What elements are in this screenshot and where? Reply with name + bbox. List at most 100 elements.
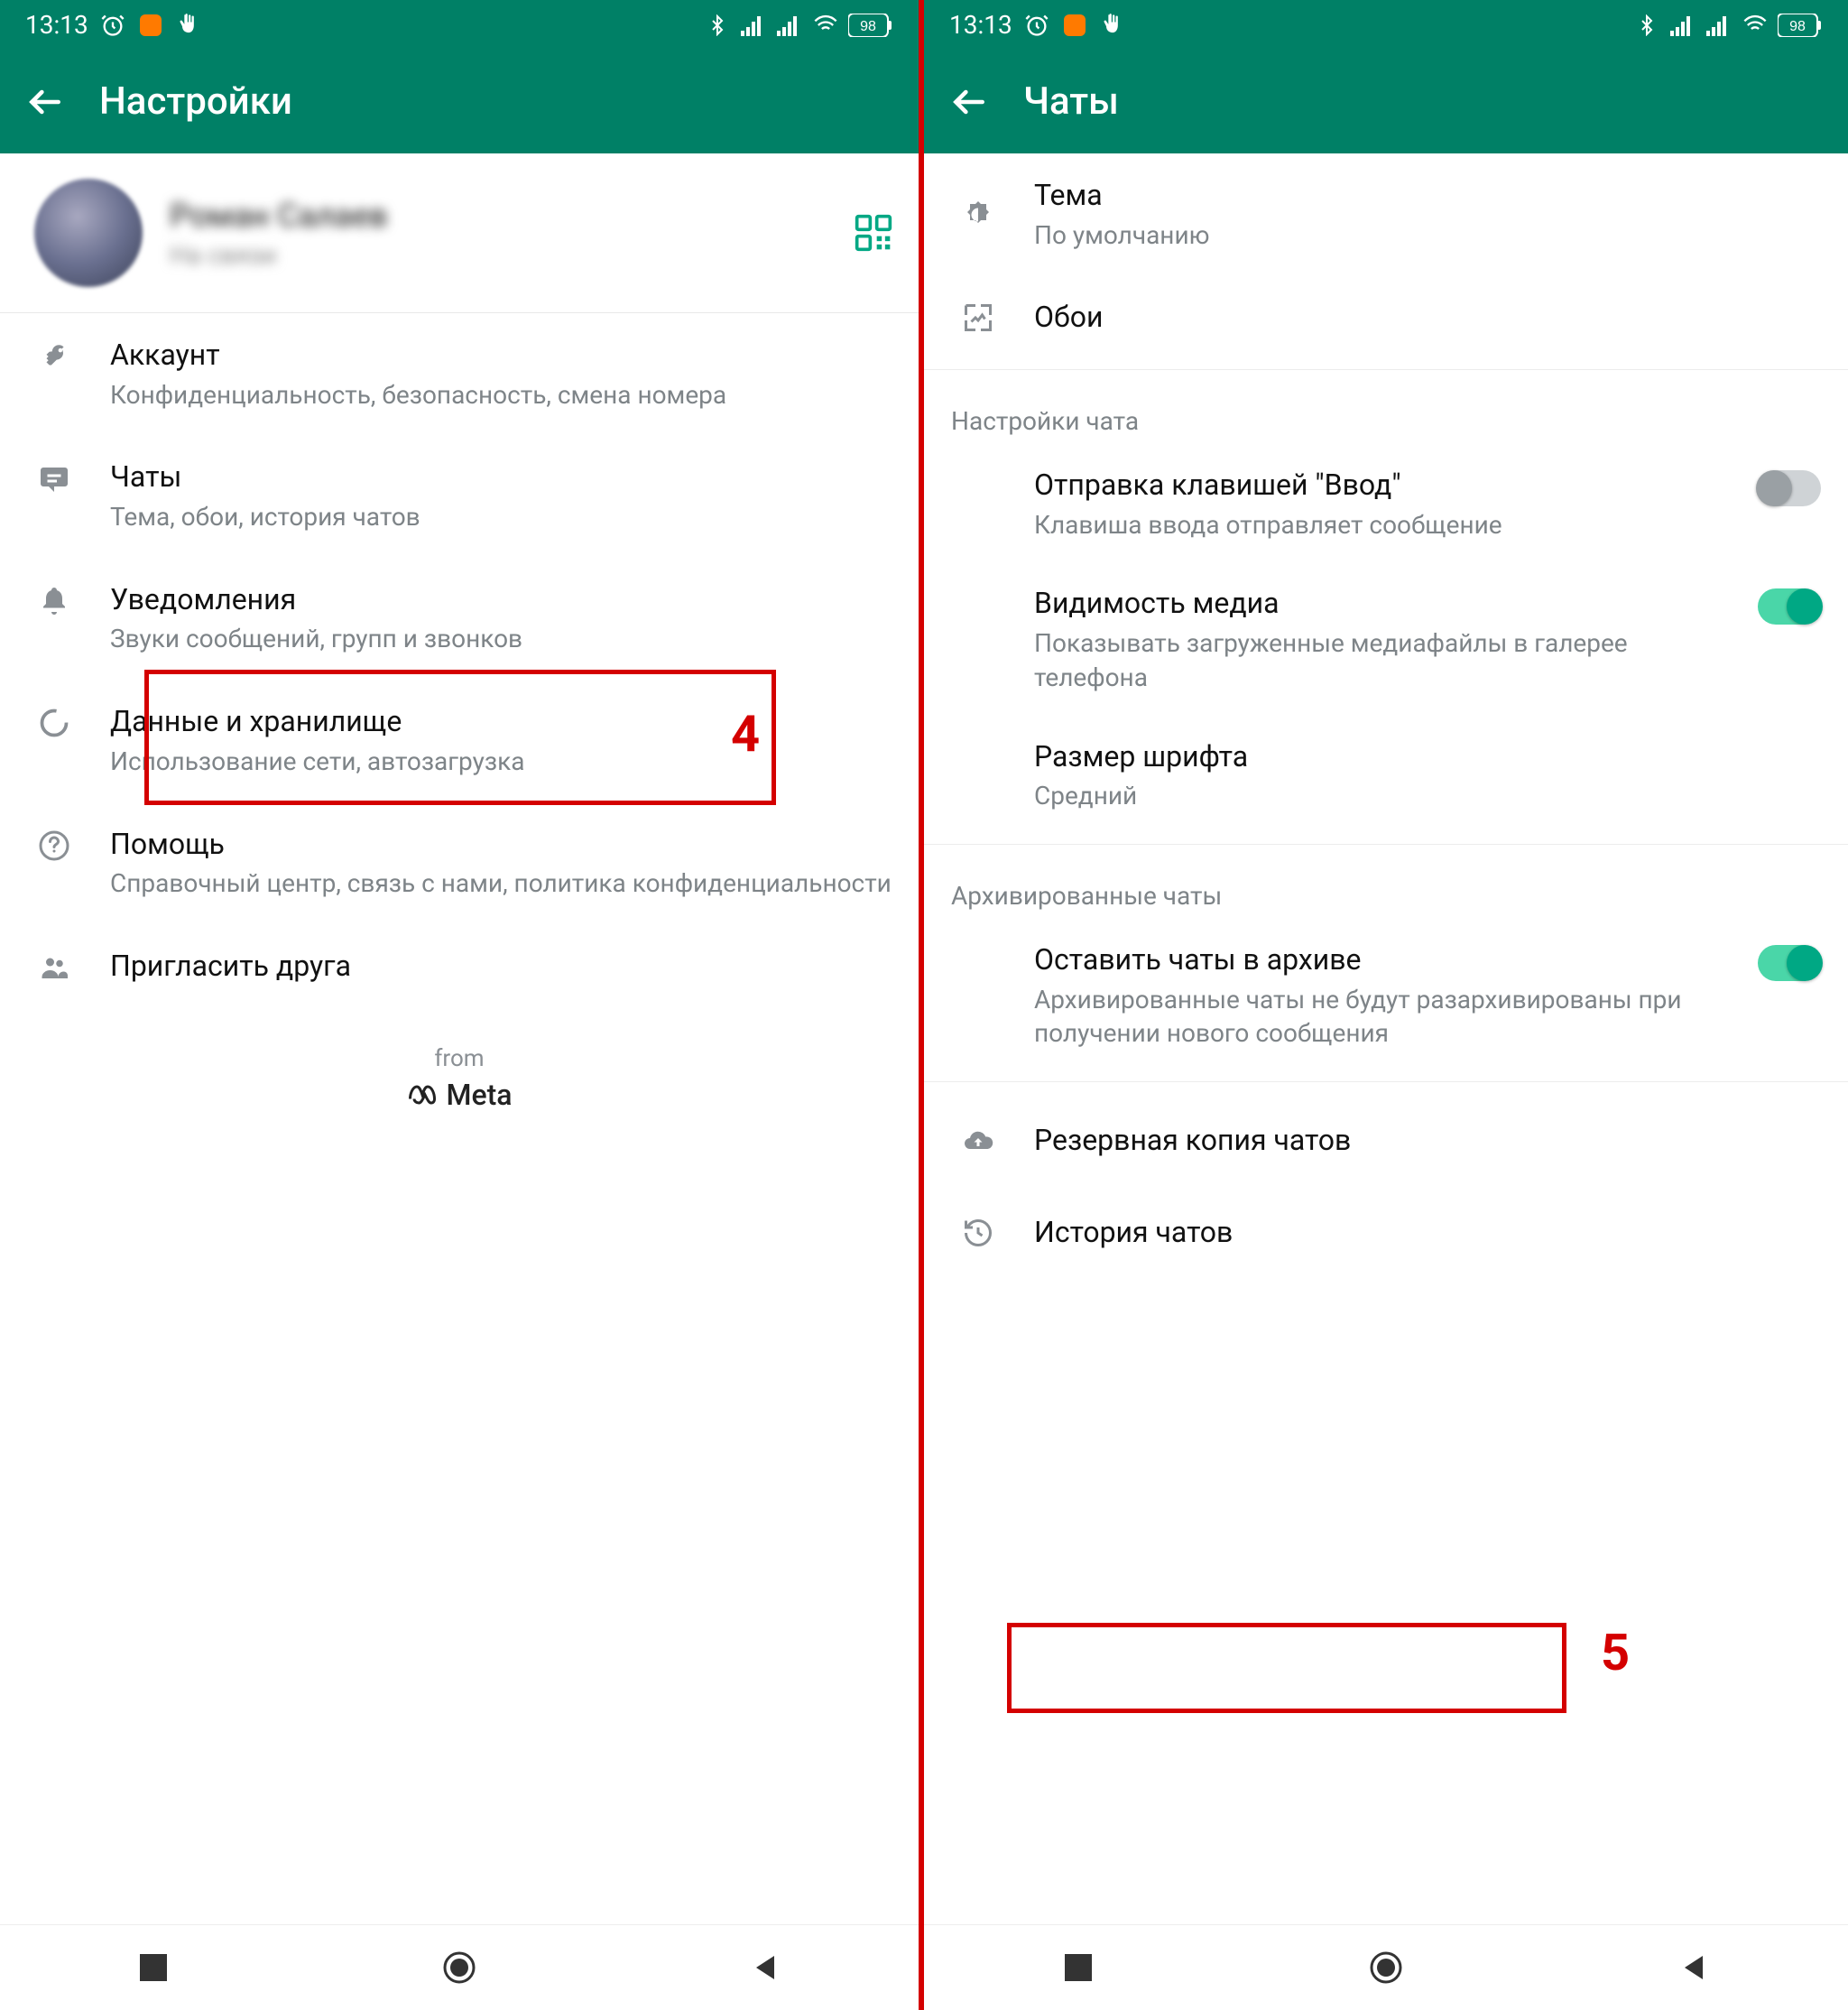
chats-item-history[interactable]: История чатов bbox=[924, 1190, 1848, 1275]
nav-home[interactable] bbox=[1366, 1948, 1406, 1987]
divider bbox=[924, 1081, 1848, 1082]
battery-icon: 98 bbox=[1778, 14, 1823, 37]
nav-back[interactable] bbox=[745, 1948, 785, 1987]
toggle-title: Отправка клавишей "Ввод" bbox=[1034, 467, 1740, 505]
section-chat-settings: Настройки чата bbox=[924, 379, 1848, 445]
alarm-icon bbox=[99, 12, 126, 39]
divider bbox=[924, 369, 1848, 370]
nav-home[interactable] bbox=[439, 1948, 479, 1987]
profile-row[interactable]: Роман Салаев На связи bbox=[0, 153, 919, 313]
item-sub: По умолчанию bbox=[1034, 218, 1821, 253]
brightness-icon bbox=[958, 199, 998, 231]
nav-recent[interactable] bbox=[134, 1948, 173, 1987]
item-title: Уведомления bbox=[110, 581, 892, 619]
bell-icon bbox=[34, 585, 74, 617]
item-title: Чаты bbox=[110, 459, 892, 496]
toggle-sub: Архивированные чаты не будут разархивиро… bbox=[1034, 983, 1740, 1051]
item-sub: Тема, обои, история чатов bbox=[110, 500, 892, 534]
switch-keep-archived[interactable] bbox=[1758, 945, 1821, 981]
profile-name: Роман Салаев bbox=[170, 197, 827, 235]
key-icon bbox=[34, 340, 74, 373]
settings-content: Роман Салаев На связи Аккаунт Конфиденци… bbox=[0, 153, 919, 1924]
item-sub: Справочный центр, связь с нами, политика… bbox=[110, 866, 892, 901]
nav-back[interactable] bbox=[1674, 1948, 1714, 1987]
status-bar: 13:13 98 bbox=[924, 0, 1848, 50]
app-bar: Чаты bbox=[924, 50, 1848, 153]
app-bar: Настройки bbox=[0, 50, 919, 153]
status-time: 13:13 bbox=[949, 10, 1012, 40]
svg-text:98: 98 bbox=[860, 19, 876, 34]
wifi-icon bbox=[812, 12, 839, 39]
back-button[interactable] bbox=[949, 82, 989, 122]
signal-icon bbox=[1669, 12, 1696, 39]
wallpaper-icon bbox=[958, 301, 998, 334]
page-title: Настройки bbox=[99, 79, 292, 124]
meta-brand: Meta bbox=[0, 1078, 919, 1112]
toggle-media-visibility[interactable]: Видимость медиа Показывать загруженные м… bbox=[924, 563, 1848, 716]
chats-item-theme[interactable]: Тема По умолчанию bbox=[924, 153, 1848, 275]
signal-icon-2 bbox=[1705, 12, 1732, 39]
signal-icon-2 bbox=[776, 12, 803, 39]
toggle-keep-archived[interactable]: Оставить чаты в архиве Архивированные ча… bbox=[924, 920, 1848, 1072]
switch-enter-send[interactable] bbox=[1758, 470, 1821, 506]
toggle-sub: Показывать загруженные медиафайлы в гале… bbox=[1034, 626, 1740, 695]
app-badge-icon bbox=[137, 12, 164, 39]
item-title: Помощь bbox=[110, 826, 892, 864]
chats-item-font-size[interactable]: Размер шрифта Средний bbox=[924, 717, 1848, 835]
android-nav-bar bbox=[924, 1924, 1848, 2010]
item-sub: Конфиденциальность, безопасность, смена … bbox=[110, 378, 892, 412]
item-title: История чатов bbox=[1034, 1214, 1821, 1252]
cloud-upload-icon bbox=[958, 1125, 998, 1157]
item-title: Обои bbox=[1034, 299, 1821, 337]
chats-content: Тема По умолчанию Обои Настройки чата От… bbox=[924, 153, 1848, 1924]
bluetooth-icon bbox=[704, 12, 731, 39]
settings-item-data[interactable]: Данные и хранилище Использование сети, а… bbox=[0, 680, 919, 801]
status-time: 13:13 bbox=[25, 10, 88, 40]
signal-icon bbox=[740, 12, 767, 39]
item-title: Размер шрифта bbox=[1034, 738, 1821, 776]
chats-item-wallpaper[interactable]: Обои bbox=[924, 275, 1848, 360]
chat-icon bbox=[34, 462, 74, 495]
item-sub: Средний bbox=[1034, 779, 1821, 813]
svg-text:98: 98 bbox=[1789, 19, 1806, 34]
wifi-icon bbox=[1742, 12, 1769, 39]
bluetooth-icon bbox=[1633, 12, 1660, 39]
toggle-enter-send[interactable]: Отправка клавишей "Ввод" Клавиша ввода о… bbox=[924, 445, 1848, 563]
chats-item-backup[interactable]: Резервная копия чатов bbox=[924, 1091, 1848, 1190]
settings-item-notifications[interactable]: Уведомления Звуки сообщений, групп и зво… bbox=[0, 558, 919, 680]
toggle-sub: Клавиша ввода отправляет сообщение bbox=[1034, 508, 1740, 542]
from-label: from bbox=[0, 1045, 919, 1072]
switch-media-visibility[interactable] bbox=[1758, 588, 1821, 625]
data-usage-icon bbox=[34, 707, 74, 739]
item-title: Тема bbox=[1034, 177, 1821, 215]
status-bar: 13:13 98 bbox=[0, 0, 919, 50]
chats-settings-screen: 13:13 98 Чаты Тема bbox=[924, 0, 1848, 2010]
toggle-title: Оставить чаты в архиве bbox=[1034, 941, 1740, 979]
settings-item-help[interactable]: Помощь Справочный центр, связь с нами, п… bbox=[0, 802, 919, 924]
settings-screen: 13:13 98 Настройки bbox=[0, 0, 924, 2010]
hand-icon bbox=[1099, 12, 1126, 39]
page-title: Чаты bbox=[1023, 79, 1119, 124]
item-title: Пригласить друга bbox=[110, 948, 892, 986]
android-nav-bar bbox=[0, 1924, 919, 2010]
settings-item-invite[interactable]: Пригласить друга bbox=[0, 924, 919, 1009]
qr-icon[interactable] bbox=[854, 213, 893, 253]
item-title: Аккаунт bbox=[110, 337, 892, 375]
settings-item-account[interactable]: Аккаунт Конфиденциальность, безопасность… bbox=[0, 313, 919, 435]
item-title: Данные и хранилище bbox=[110, 703, 892, 741]
toggle-title: Видимость медиа bbox=[1034, 585, 1740, 623]
settings-item-chats[interactable]: Чаты Тема, обои, история чатов bbox=[0, 435, 919, 557]
alarm-icon bbox=[1023, 12, 1050, 39]
people-icon bbox=[34, 951, 74, 984]
back-button[interactable] bbox=[25, 82, 65, 122]
nav-recent[interactable] bbox=[1058, 1948, 1098, 1987]
battery-icon: 98 bbox=[848, 14, 893, 37]
hand-icon bbox=[175, 12, 202, 39]
avatar bbox=[34, 179, 143, 287]
history-icon bbox=[958, 1217, 998, 1249]
item-sub: Звуки сообщений, групп и звонков bbox=[110, 622, 892, 656]
divider bbox=[924, 844, 1848, 845]
profile-status: На связи bbox=[170, 240, 827, 270]
item-sub: Использование сети, автозагрузка bbox=[110, 745, 892, 779]
item-title: Резервная копия чатов bbox=[1034, 1122, 1821, 1160]
